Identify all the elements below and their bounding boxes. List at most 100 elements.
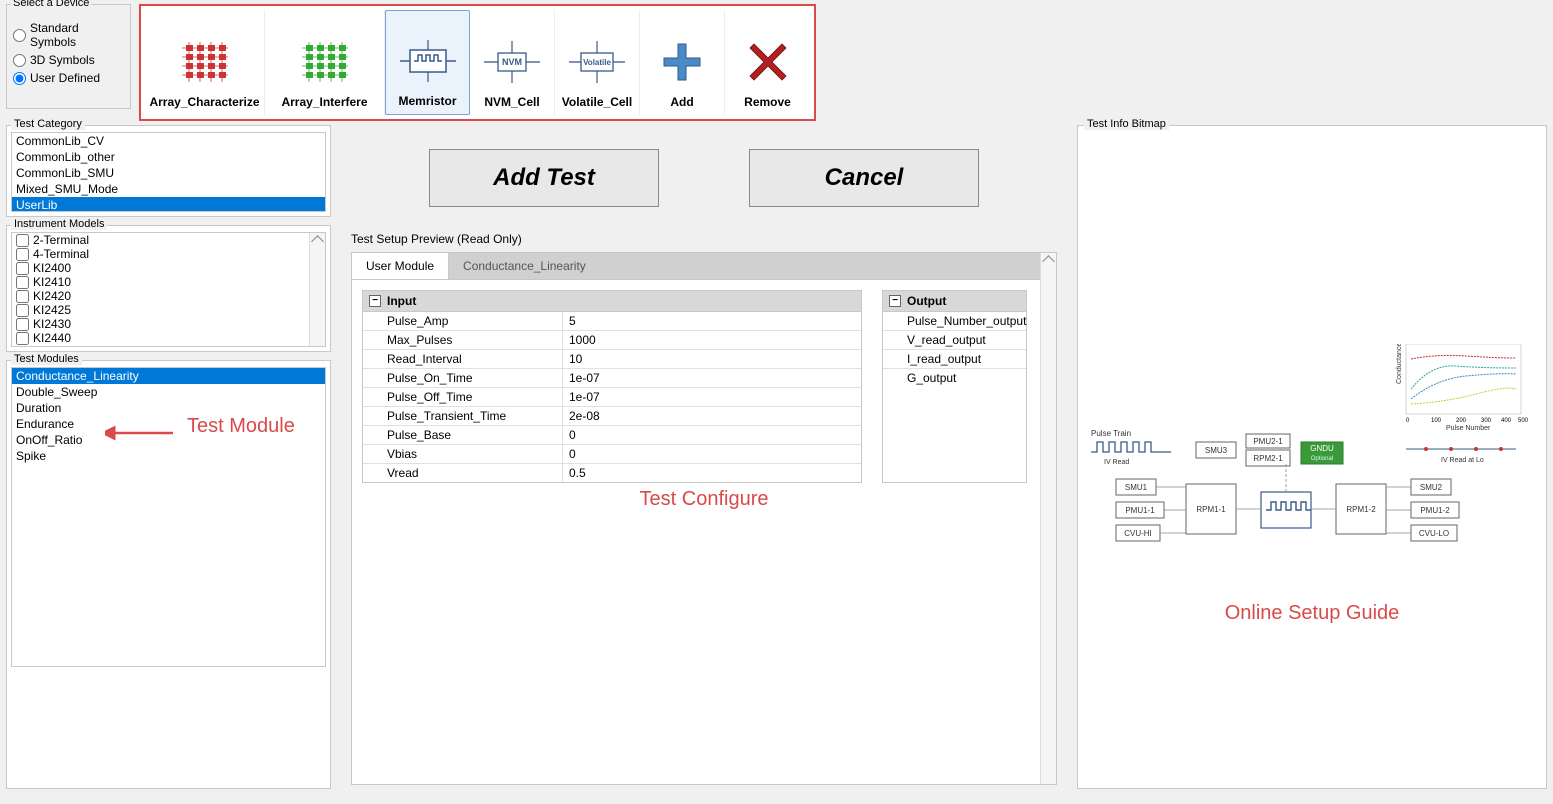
svg-text:CVU-HI: CVU-HI [1124,529,1152,538]
list-item[interactable]: Duration [12,400,325,416]
device-toolbar: Array_CharacterizeArray_InterfereMemrist… [139,4,816,121]
setup-diagram: Conductance 0 100 200 300 400 500 Pulse Numbe… [1086,344,1538,584]
svg-text:RPM1-1: RPM1-1 [1196,505,1226,514]
svg-text:NVM: NVM [502,57,522,67]
tool-nvm_cell[interactable]: NVMNVM_Cell [470,10,555,115]
tool-volatile_cell[interactable]: VolatileVolatile_Cell [555,10,640,115]
check-4-terminal[interactable]: 4-Terminal [12,247,325,261]
chart-ylabel: Conductance [1396,344,1403,384]
list-item[interactable]: Double_Sweep [12,384,325,400]
tab-conductance-linearity[interactable]: Conductance_Linearity [449,253,600,279]
svg-text:RPM1-2: RPM1-2 [1346,505,1376,514]
svg-text:SMU2: SMU2 [1420,483,1443,492]
svg-text:100: 100 [1431,418,1442,424]
annotation-online-guide: Online Setup Guide [1086,602,1538,625]
table-row: V_read_output [883,331,1026,350]
list-item[interactable]: Conductance_Linearity [12,368,325,384]
list-item[interactable]: UserLib [12,197,325,212]
tool-remove[interactable]: Remove [725,10,810,115]
chart-xlabel: Pulse Number [1446,425,1491,432]
table-row: Read_Interval10 [363,350,861,369]
check-2-terminal[interactable]: 2-Terminal [12,233,325,247]
annotation-test-module: Test Module [187,415,295,438]
annotation-arrow-icon [105,423,175,443]
svg-text:IV Read: IV Read [1104,459,1129,466]
list-item[interactable]: CommonLib_SMU [12,165,325,181]
table-row: Pulse_Number_output [883,312,1026,331]
list-item[interactable]: Spike [12,448,325,464]
svg-text:RPM2-1: RPM2-1 [1253,454,1283,463]
table-row: Pulse_Base0 [363,426,861,445]
radio-standard-symbols[interactable]: Standard Symbols [13,21,124,49]
svg-text:SMU1: SMU1 [1125,483,1148,492]
add-test-button[interactable]: Add Test [429,149,659,207]
memristor-icon [398,36,458,86]
check-ki2410[interactable]: KI2410 [12,275,325,289]
select-device-group: Select a Device Standard Symbols 3D Symb… [6,4,131,109]
instrument-models-panel: Instrument Models 2-Terminal4-TerminalKI… [6,225,331,352]
array-red-icon [175,37,235,87]
svg-text:500: 500 [1518,418,1529,424]
svg-text:Optional: Optional [1311,456,1333,462]
cross-icon [738,37,798,87]
test-modules-panel: Test Modules Conductance_LinearityDouble… [6,360,331,789]
select-device-legend: Select a Device [11,0,91,9]
plus-icon [652,37,712,87]
preview-box: User Module Conductance_Linearity −Input… [351,252,1057,785]
svg-text:PMU1-2: PMU1-2 [1420,506,1450,515]
svg-text:PMU2-1: PMU2-1 [1253,437,1283,446]
table-row: Pulse_Off_Time1e-07 [363,388,861,407]
cancel-button[interactable]: Cancel [749,149,979,207]
check-ki2420[interactable]: KI2420 [12,289,325,303]
table-row: Max_Pulses1000 [363,331,861,350]
list-item[interactable]: Mixed_SMU_Mode [12,181,325,197]
check-ki2400[interactable]: KI2400 [12,261,325,275]
check-ki2425[interactable]: KI2425 [12,303,325,317]
svg-text:300: 300 [1481,418,1492,424]
list-item[interactable]: CommonLib_CV [12,133,325,149]
tool-memristor[interactable]: Memristor [385,10,470,115]
scrollbar[interactable] [309,233,325,346]
tool-add[interactable]: Add [640,10,725,115]
instrument-models-list[interactable]: 2-Terminal4-TerminalKI2400KI2410KI2420KI… [11,232,326,347]
collapse-icon[interactable]: − [889,295,901,307]
table-row: Pulse_Transient_Time2e-08 [363,407,861,426]
table-row: Vread0.5 [363,464,861,482]
nvm-icon: NVM [482,37,542,87]
svg-text:PMU1-1: PMU1-1 [1125,506,1155,515]
table-row: Pulse_Amp5 [363,312,861,331]
svg-text:IV Read at Lo: IV Read at Lo [1441,457,1484,464]
radio-user-defined[interactable]: User Defined [13,71,124,85]
check-ki2430[interactable]: KI2430 [12,317,325,331]
svg-text:200: 200 [1456,418,1467,424]
svg-text:Volatile: Volatile [583,58,611,67]
table-row: Vbias0 [363,445,861,464]
tool-array_interfere[interactable]: Array_Interfere [265,10,385,115]
svg-text:0: 0 [1406,418,1410,424]
collapse-icon[interactable]: − [369,295,381,307]
table-row: G_output [883,369,1026,387]
svg-text:GNDU: GNDU [1310,444,1334,453]
test-modules-list[interactable]: Conductance_LinearityDouble_SweepDuratio… [11,367,326,667]
tool-array_characterize[interactable]: Array_Characterize [145,10,265,115]
list-item[interactable]: CommonLib_other [12,149,325,165]
table-row: Pulse_On_Time1e-07 [363,369,861,388]
scrollbar[interactable] [1040,253,1056,784]
annotation-test-configure: Test Configure [640,488,769,511]
tab-user-module[interactable]: User Module [352,253,449,279]
input-grid: −Input Pulse_Amp5Max_Pulses1000Read_Inte… [362,290,862,483]
test-category-list[interactable]: CommonLib_CVCommonLib_otherCommonLib_SMU… [11,132,326,212]
radio-3d-symbols[interactable]: 3D Symbols [13,53,124,67]
check-ki2440[interactable]: KI2440 [12,331,325,345]
svg-text:CVU-LO: CVU-LO [1419,529,1449,538]
svg-text:400: 400 [1501,418,1512,424]
table-row: I_read_output [883,350,1026,369]
svg-text:Pulse Train: Pulse Train [1091,429,1131,438]
test-category-panel: Test Category CommonLib_CVCommonLib_othe… [6,125,331,217]
svg-text:SMU3: SMU3 [1205,446,1228,455]
output-grid: −Output Pulse_Number_outputV_read_output… [882,290,1027,483]
test-info-bitmap-panel: Test Info Bitmap Conductance 01002003004… [1077,125,1547,789]
array-green-icon [295,37,355,87]
volatile-icon: Volatile [567,37,627,87]
preview-label: Test Setup Preview (Read Only) [351,232,1067,246]
